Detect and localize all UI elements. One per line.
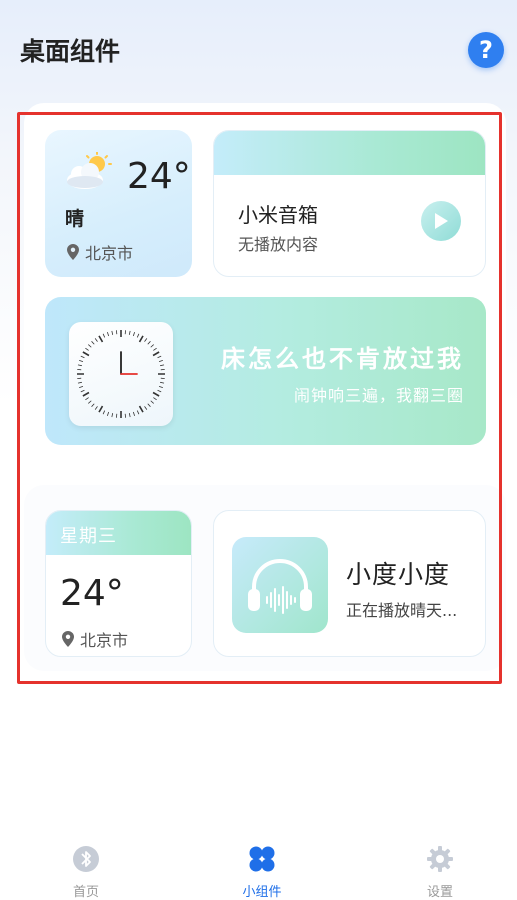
xiaodu-status: 正在播放晴天... (346, 601, 458, 620)
weekday-widget[interactable]: 星期三 24° 北京市 (45, 510, 192, 657)
nav-widgets[interactable]: 小组件 (232, 845, 292, 900)
weather-location-label: 北京市 (85, 244, 134, 263)
page-title: 桌面组件 (20, 37, 121, 66)
location-pin-icon (62, 631, 74, 647)
xiaodu-name: 小度小度 (346, 560, 451, 589)
headphone-icon (248, 558, 312, 614)
nav-widgets-label: 小组件 (242, 885, 282, 900)
weather-condition: 晴 (65, 208, 85, 230)
nav-settings[interactable]: 设置 (410, 845, 470, 900)
xiaodu-widget[interactable]: 小度小度 正在播放晴天... (213, 510, 486, 657)
nav-home-label: 首页 (72, 885, 99, 900)
alarm-title: 床怎么也不肯放过我 (221, 345, 464, 373)
alarm-widget[interactable]: 床怎么也不肯放过我 闹钟响三遍，我翻三圈 (45, 297, 486, 445)
question-icon: ? (479, 36, 493, 64)
weekday-location: 北京市 (62, 627, 128, 651)
weather-widget[interactable]: 24° 晴 北京市 (45, 130, 192, 277)
gear-icon (427, 846, 453, 872)
weather-temperature: 24° (127, 156, 191, 197)
weather-location: 北京市 (67, 240, 133, 264)
weekday-label: 星期三 (60, 526, 117, 547)
speaker-header-band (214, 131, 485, 175)
play-icon (435, 213, 448, 229)
speaker-status: 无播放内容 (238, 235, 319, 254)
widgets-icon (249, 846, 275, 872)
bluetooth-icon (73, 846, 99, 872)
help-button[interactable]: ? (468, 32, 504, 68)
speaker-widget[interactable]: 小米音箱 无播放内容 (213, 130, 486, 277)
weekday-temperature: 24° (60, 573, 124, 614)
headphone-cover (232, 537, 328, 633)
clock-face (69, 322, 173, 426)
weekday-location-label: 北京市 (80, 631, 129, 650)
speaker-name: 小米音箱 (238, 203, 318, 227)
nav-settings-label: 设置 (426, 885, 453, 900)
nav-home[interactable]: 首页 (56, 845, 116, 900)
play-button[interactable] (421, 201, 461, 241)
clock-icon (77, 330, 165, 418)
location-pin-icon (67, 244, 79, 260)
partly-sunny-icon (67, 152, 112, 189)
alarm-subtitle: 闹钟响三遍，我翻三圈 (293, 386, 464, 405)
